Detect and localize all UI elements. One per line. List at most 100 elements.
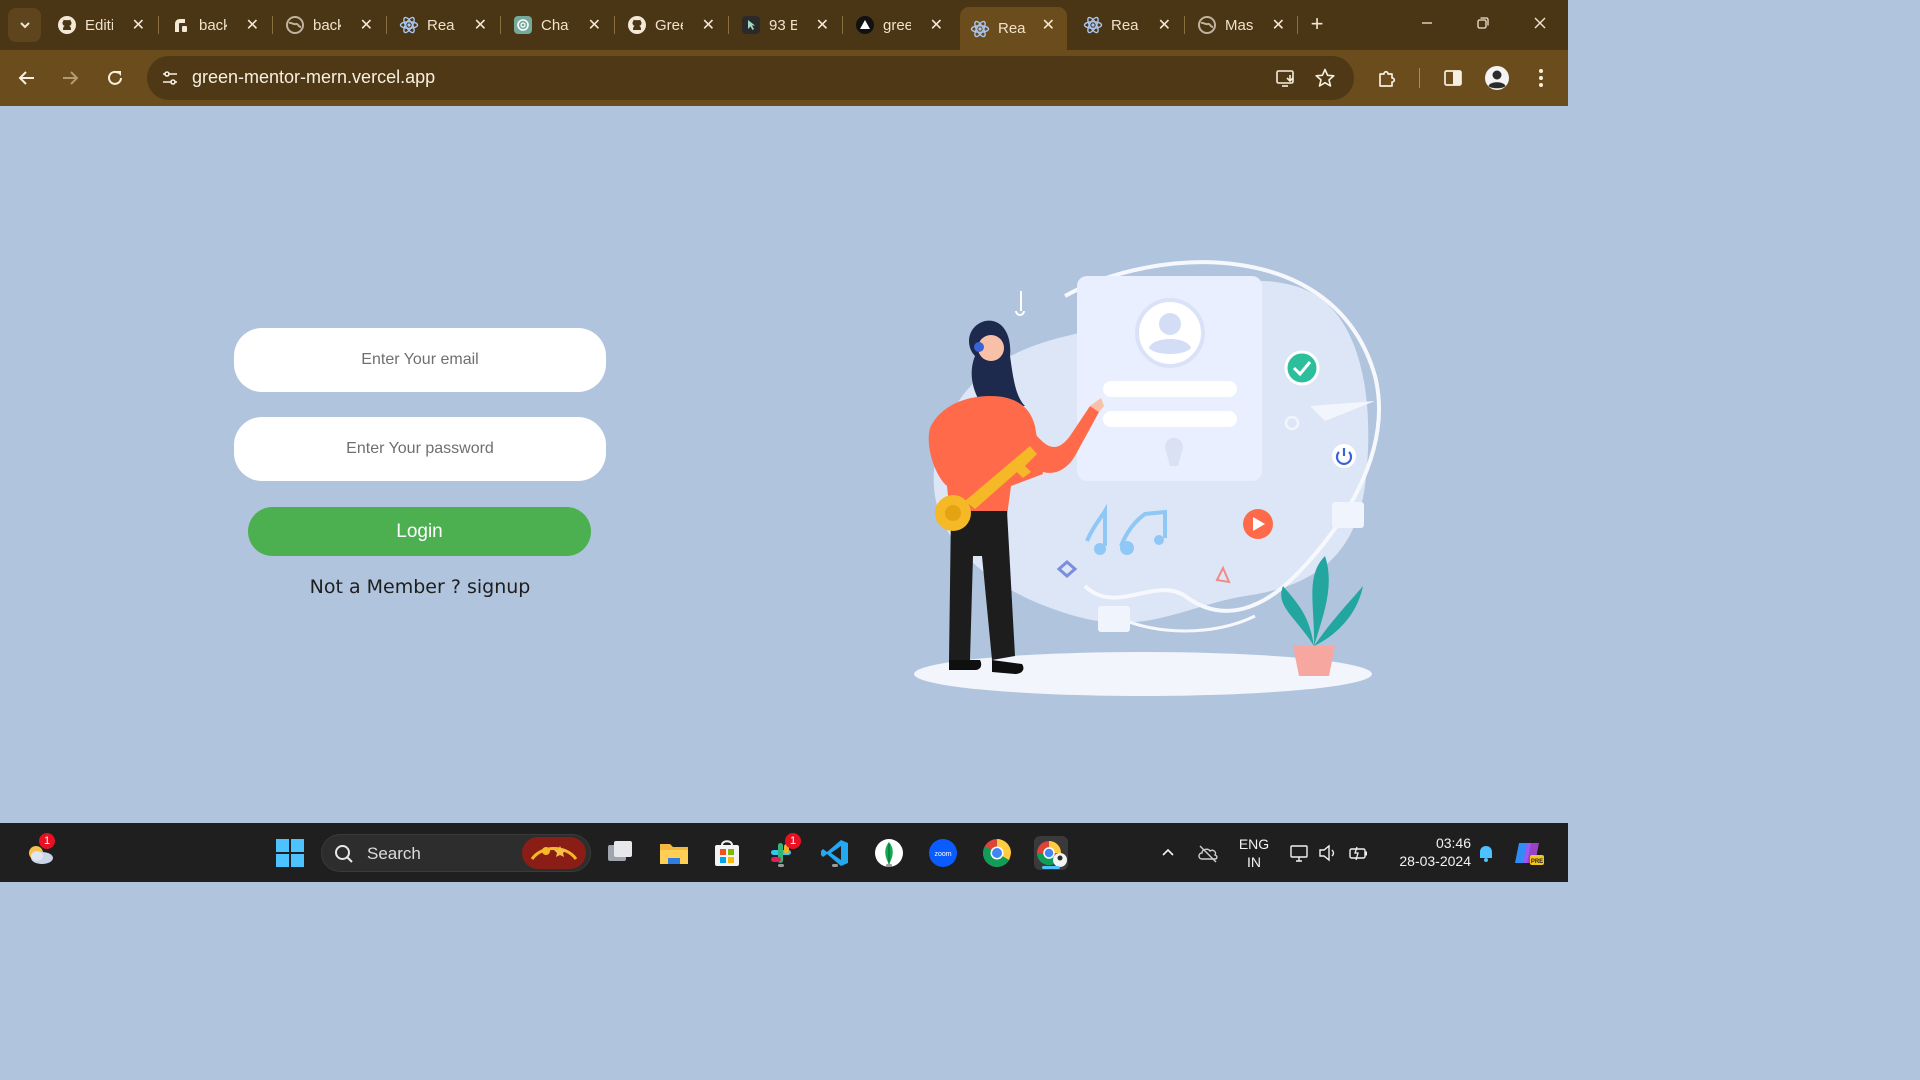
close-icon[interactable]: ✕ [474, 15, 487, 35]
bookmark-button[interactable] [1313, 66, 1337, 90]
battery-icon [1349, 846, 1367, 861]
show-hidden-icons-button[interactable] [1150, 835, 1186, 871]
browser-tab[interactable]: 93 B ✕ [731, 7, 841, 43]
cursor-icon [741, 15, 761, 35]
restore-button[interactable] [1468, 10, 1498, 40]
close-icon[interactable]: ✕ [702, 15, 715, 35]
browser-tab[interactable]: Reac ✕ [389, 7, 499, 43]
close-icon[interactable]: ✕ [1042, 15, 1055, 35]
close-icon[interactable]: ✕ [360, 15, 373, 35]
close-icon[interactable]: ✕ [588, 15, 601, 35]
password-field[interactable] [234, 417, 606, 481]
chrome-profile-button[interactable] [1033, 835, 1069, 871]
install-app-button[interactable] [1274, 66, 1298, 90]
copilot-button[interactable]: PRE [1511, 835, 1547, 871]
weather-widget[interactable]: 1 [22, 833, 58, 871]
new-tab-button[interactable]: + [1305, 12, 1329, 36]
chrome-button[interactable] [979, 835, 1015, 871]
url-text[interactable]: green-mentor-mern.vercel.app [192, 67, 435, 88]
arrow-left-icon [18, 71, 34, 85]
render-icon [171, 15, 191, 35]
minimize-button[interactable] [1412, 10, 1442, 40]
tab-title: Mas [1225, 16, 1253, 34]
language-indicator[interactable]: ENG IN [1234, 835, 1274, 871]
reload-icon [108, 70, 122, 85]
github-icon [627, 15, 647, 35]
avatar [1485, 66, 1509, 90]
browser-tab[interactable]: back ✕ [275, 7, 385, 43]
globe-icon [1197, 15, 1217, 35]
close-icon[interactable]: ✕ [132, 15, 145, 35]
login-illustration [914, 260, 1381, 696]
battery-button[interactable] [1341, 835, 1377, 871]
arrow-right-icon [63, 71, 79, 85]
plant-pot [1293, 646, 1335, 676]
tab-title: Reac [998, 20, 1026, 37]
file-explorer-button[interactable] [656, 835, 692, 871]
more-vertical-icon [1539, 69, 1543, 87]
weather-badge: 1 [39, 833, 55, 849]
onedrive-button[interactable] [1190, 835, 1226, 871]
doc-square [1332, 502, 1364, 528]
search-highlight-icon [522, 837, 586, 869]
running-indicator [832, 864, 838, 867]
slack-button[interactable]: 1 [763, 833, 801, 871]
vscode-button[interactable] [817, 835, 853, 871]
address-bar[interactable]: green-mentor-mern.vercel.app [147, 56, 1354, 100]
email-field[interactable] [234, 328, 606, 392]
tab-title: Gree [655, 16, 683, 34]
browser-tab[interactable]: Reac ✕ [1073, 7, 1183, 43]
running-indicator [778, 864, 784, 867]
doc-square-2 [1098, 606, 1130, 632]
search-icon [335, 845, 353, 863]
vercel-icon [855, 15, 875, 35]
tab-title: Reac [427, 16, 455, 34]
tab-search-button[interactable] [8, 8, 41, 42]
start-button[interactable] [272, 835, 308, 871]
browser-tab[interactable]: gree ✕ [845, 7, 955, 43]
react-icon [1083, 15, 1103, 35]
woman-trousers [949, 511, 1015, 660]
browser-tab[interactable]: Editi ✕ [47, 7, 157, 43]
browser-menu-button[interactable] [1527, 64, 1555, 92]
close-icon[interactable]: ✕ [930, 15, 943, 35]
reload-button[interactable] [101, 64, 129, 92]
close-icon[interactable]: ✕ [1158, 15, 1171, 35]
browser-tab[interactable]: Gree ✕ [617, 7, 727, 43]
close-window-button[interactable] [1525, 10, 1555, 40]
close-icon[interactable]: ✕ [246, 15, 259, 35]
notifications-button[interactable] [1468, 835, 1504, 871]
copilot-icon: PRE [1515, 843, 1544, 865]
browser-tab[interactable]: Mas ✕ [1187, 7, 1297, 43]
login-button[interactable]: Login [248, 507, 591, 556]
windows-taskbar: 1 Search 1 zoom ENG IN 03:46 28-03-2024 … [0, 823, 1568, 882]
close-icon[interactable]: ✕ [1272, 15, 1285, 35]
clock[interactable]: 03:46 28-03-2024 [1385, 834, 1471, 870]
language-region: IN [1247, 854, 1261, 870]
tab-title: back [199, 16, 227, 34]
extensions-button[interactable] [1373, 64, 1401, 92]
side-panel-button[interactable] [1439, 64, 1467, 92]
taskbar-search[interactable]: Search [321, 834, 591, 872]
login-page: Login Not a Member ? signup [0, 106, 1568, 823]
site-info-button[interactable] [157, 65, 183, 91]
forward-button[interactable] [56, 64, 84, 92]
microsoft-store-button[interactable] [709, 835, 745, 871]
browser-tab[interactable]: Chat ✕ [503, 7, 613, 43]
back-button[interactable] [13, 64, 41, 92]
tab-title: back [313, 16, 341, 34]
mongodb-compass-button[interactable] [871, 835, 907, 871]
signup-link[interactable]: signup [467, 576, 530, 598]
folder-icon [660, 844, 688, 864]
browser-tab[interactable]: back ✕ [161, 7, 271, 43]
close-icon[interactable]: ✕ [816, 15, 829, 35]
cloud-offline-icon [1198, 845, 1218, 863]
card-line-1 [1103, 381, 1237, 397]
profile-button[interactable] [1483, 64, 1511, 92]
browser-tab-active[interactable]: Reac ✕ [960, 7, 1067, 50]
zoom-button[interactable]: zoom [925, 835, 961, 871]
taskbar-search-label: Search [367, 844, 421, 863]
tab-divider [158, 16, 159, 34]
active-indicator [1042, 866, 1060, 869]
task-view-button[interactable] [602, 835, 638, 871]
